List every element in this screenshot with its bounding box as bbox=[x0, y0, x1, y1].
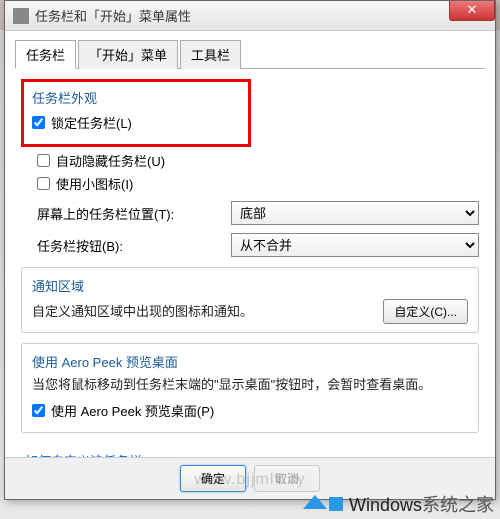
square-icon bbox=[329, 497, 343, 511]
cancel-button[interactable]: 取消 bbox=[254, 465, 320, 492]
auto-hide-checkbox[interactable] bbox=[37, 154, 50, 167]
notification-desc: 自定义通知区域中出现的图标和通知。 bbox=[32, 302, 253, 322]
position-select[interactable]: 底部 bbox=[231, 201, 479, 225]
properties-window: 任务栏和「开始」菜单属性 ✕ 任务栏 「开始」菜单 工具栏 任务栏外观 锁定任务… bbox=[4, 0, 496, 500]
house-icon bbox=[303, 495, 327, 509]
ok-button[interactable]: 确定 bbox=[180, 465, 246, 492]
aero-peek-group: 使用 Aero Peek 预览桌面 当您将鼠标移动到任务栏末端的"显示桌面"按钮… bbox=[21, 343, 479, 433]
watermark: Windows系统之家 bbox=[303, 491, 494, 517]
window-title: 任务栏和「开始」菜单属性 bbox=[35, 6, 191, 25]
notification-title: 通知区域 bbox=[32, 276, 468, 295]
watermark-suffix: 系统之家 bbox=[422, 495, 494, 515]
auto-hide-label: 自动隐藏任务栏(U) bbox=[56, 151, 165, 170]
aero-peek-desc: 当您将鼠标移动到任务栏末端的"显示桌面"按钮时，会暂时查看桌面。 bbox=[32, 375, 468, 395]
buttons-select[interactable]: 从不合并 bbox=[231, 233, 479, 257]
titlebar[interactable]: 任务栏和「开始」菜单属性 ✕ bbox=[5, 1, 495, 31]
tab-start-menu[interactable]: 「开始」菜单 bbox=[78, 40, 178, 69]
aero-peek-title: 使用 Aero Peek 预览桌面 bbox=[32, 352, 468, 371]
tab-taskbar[interactable]: 任务栏 bbox=[15, 40, 76, 69]
tab-toolbars[interactable]: 工具栏 bbox=[180, 40, 241, 69]
client-area: 任务栏 「开始」菜单 工具栏 任务栏外观 锁定任务栏(L) 自动隐藏任务栏(U)… bbox=[5, 31, 495, 488]
window-icon bbox=[13, 8, 29, 24]
customize-button[interactable]: 自定义(C)... bbox=[383, 299, 468, 324]
appearance-section-title: 任务栏外观 bbox=[32, 88, 240, 107]
close-button[interactable]: ✕ bbox=[449, 1, 495, 21]
tab-content: 任务栏外观 锁定任务栏(L) 自动隐藏任务栏(U) 使用小图标(I) 屏幕上的任… bbox=[15, 69, 485, 480]
notification-group: 通知区域 自定义通知区域中出现的图标和通知。 自定义(C)... bbox=[21, 267, 479, 333]
aero-peek-checkbox-label: 使用 Aero Peek 预览桌面(P) bbox=[51, 401, 214, 420]
small-icons-label: 使用小图标(I) bbox=[56, 174, 133, 193]
lock-taskbar-checkbox[interactable] bbox=[32, 116, 45, 129]
close-icon: ✕ bbox=[467, 2, 478, 17]
watermark-brand: Windows bbox=[349, 495, 422, 515]
small-icons-checkbox[interactable] bbox=[37, 177, 50, 190]
lock-taskbar-label: 锁定任务栏(L) bbox=[51, 113, 132, 132]
buttons-label: 任务栏按钮(B): bbox=[37, 236, 231, 255]
position-label: 屏幕上的任务栏位置(T): bbox=[37, 204, 231, 223]
tab-strip: 任务栏 「开始」菜单 工具栏 bbox=[15, 39, 485, 69]
highlight-box: 任务栏外观 锁定任务栏(L) bbox=[21, 79, 251, 147]
aero-peek-checkbox[interactable] bbox=[32, 404, 45, 417]
